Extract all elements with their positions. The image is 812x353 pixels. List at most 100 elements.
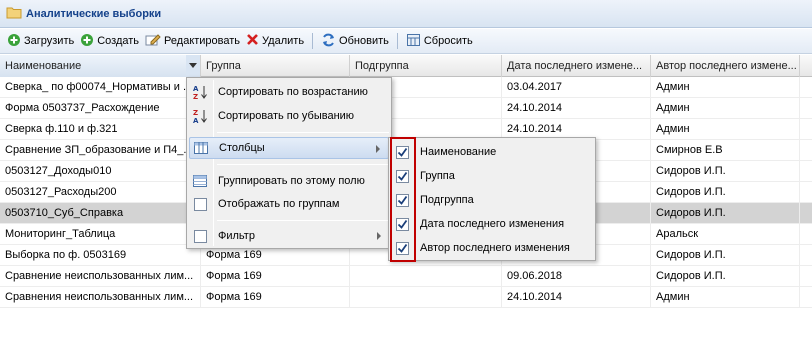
- chevron-down-icon: [189, 55, 197, 77]
- sort-descending-icon: ZA: [189, 105, 211, 127]
- refresh-button[interactable]: Обновить: [318, 31, 392, 52]
- window-title: Аналитические выборки: [26, 7, 162, 20]
- create-label: Создать: [97, 35, 140, 47]
- column-header-subgroup[interactable]: Подгруппа: [350, 55, 502, 77]
- column-toggle-label: Дата последнего изменения: [420, 218, 565, 230]
- reset-label: Сбросить: [423, 35, 473, 47]
- columns-icon: [190, 137, 212, 159]
- column-toggle-item[interactable]: Подгруппа: [391, 189, 593, 211]
- column-header-label: Подгруппа: [355, 60, 409, 72]
- add-circle-icon: [80, 33, 94, 50]
- cell-author: Сидоров И.П.: [651, 203, 800, 224]
- toolbar: Загрузить Создать Редактировать Удалить …: [0, 29, 812, 54]
- chevron-right-icon: [376, 145, 380, 153]
- cell-author: Сидоров И.П.: [651, 266, 800, 287]
- reset-button[interactable]: Сбросить: [403, 31, 476, 52]
- column-toggle-label: Группа: [420, 170, 455, 182]
- column-menu-trigger[interactable]: [186, 55, 200, 76]
- edit-label: Редактировать: [164, 35, 241, 47]
- create-button[interactable]: Создать: [77, 31, 142, 52]
- menu-item-columns[interactable]: Столбцы: [189, 137, 389, 159]
- cell-author: Админ: [651, 98, 800, 119]
- menu-item-label: Столбцы: [219, 142, 265, 154]
- delete-icon: [246, 33, 259, 49]
- menu-item-label: Фильтр: [218, 230, 255, 242]
- cell-author: Админ: [651, 287, 800, 308]
- cell-author: Сидоров И.П.: [651, 161, 800, 182]
- cell-name: Мониторинг_Таблица: [0, 224, 201, 245]
- cell-group: Форма 169: [201, 287, 350, 308]
- cell-author: Смирнов Е.В: [651, 140, 800, 161]
- cell-name: 0503127_Доходы010: [0, 161, 201, 182]
- columns-submenu: Наименование Группа Подгруппа Дата последне…: [388, 137, 596, 261]
- table-row[interactable]: Сравнения неиспользованных лим... Форма 1…: [0, 287, 812, 308]
- column-toggle-label: Автор последнего изменения: [420, 242, 570, 254]
- menu-separator: [217, 220, 389, 221]
- column-context-menu: AZ Сортировать по возрастанию ZA Сортиро…: [186, 77, 392, 249]
- group-by-icon: [189, 170, 211, 192]
- column-header-label: Группа: [206, 60, 241, 72]
- add-circle-icon: [7, 33, 21, 50]
- cell-name: 0503710_Суб_Справка: [0, 203, 201, 224]
- column-header-group[interactable]: Группа: [201, 55, 350, 77]
- menu-item-label: Группировать по этому полю: [218, 175, 365, 187]
- cell-subgroup: [350, 266, 502, 287]
- chevron-right-icon: [377, 232, 381, 240]
- cell-name: Сверка ф.110 и ф.321: [0, 119, 201, 140]
- cell-author: Админ: [651, 119, 800, 140]
- toolbar-separator: [396, 33, 398, 49]
- column-header-date[interactable]: Дата последнего измене...: [502, 55, 651, 77]
- svg-text:A: A: [193, 117, 199, 124]
- cell-group: Форма 169: [201, 266, 350, 287]
- column-toggle-item[interactable]: Автор последнего изменения: [391, 237, 593, 259]
- refresh-icon: [321, 33, 336, 50]
- column-header-label: Дата последнего измене...: [507, 60, 643, 72]
- cell-name: Сверка_ по ф00074_Нормативы и ...: [0, 77, 201, 98]
- column-header-name[interactable]: Наименование: [0, 55, 201, 77]
- svg-text:Z: Z: [193, 109, 198, 117]
- menu-item-label: Сортировать по возрастанию: [218, 86, 368, 98]
- cell-date: 24.10.2014: [502, 287, 651, 308]
- cell-name: 0503127_Расходы200: [0, 182, 201, 203]
- cell-date: 24.10.2014: [502, 98, 651, 119]
- menu-separator: [217, 164, 389, 165]
- grid-header: Наименование Группа Подгруппа Дата после…: [0, 55, 812, 77]
- cell-author: Админ: [651, 77, 800, 98]
- table-row[interactable]: Форма 0503737_Расхождение 24.10.2014 Админ: [0, 98, 812, 119]
- edit-button[interactable]: Редактировать: [142, 31, 243, 52]
- column-toggle-item[interactable]: Наименование: [391, 141, 593, 163]
- menu-item-sort-desc[interactable]: ZA Сортировать по убыванию: [189, 105, 389, 127]
- column-toggle-label: Наименование: [420, 146, 497, 158]
- table-row[interactable]: Сверка_ по ф00074_Нормативы и ... 03.04.2…: [0, 77, 812, 98]
- checkbox-unchecked-icon: [189, 225, 211, 247]
- column-header-label: Наименование: [5, 60, 82, 72]
- menu-item-sort-asc[interactable]: AZ Сортировать по возрастанию: [189, 81, 389, 103]
- cell-author: Сидоров И.П.: [651, 182, 800, 203]
- toolbar-separator: [312, 33, 314, 49]
- cell-name: Форма 0503737_Расхождение: [0, 98, 201, 119]
- load-button[interactable]: Загрузить: [4, 31, 77, 52]
- column-header-author[interactable]: Автор последнего измене...: [651, 55, 800, 77]
- column-toggle-item[interactable]: Группа: [391, 165, 593, 187]
- delete-button[interactable]: Удалить: [243, 31, 307, 52]
- folder-icon: [6, 6, 22, 22]
- edit-icon: [145, 33, 161, 50]
- column-header-label: Автор последнего измене...: [656, 60, 797, 72]
- reset-icon: [406, 33, 421, 50]
- cell-subgroup: [350, 287, 502, 308]
- menu-item-group-by[interactable]: Группировать по этому полю: [189, 170, 389, 192]
- checkbox-highlight-frame: [390, 137, 416, 262]
- load-label: Загрузить: [24, 35, 75, 47]
- cell-author: Аральск: [651, 224, 800, 245]
- cell-date: 03.04.2017: [502, 77, 651, 98]
- refresh-label: Обновить: [339, 35, 389, 47]
- menu-separator: [217, 132, 389, 133]
- svg-text:Z: Z: [193, 93, 198, 100]
- menu-item-filter[interactable]: Фильтр: [189, 225, 389, 247]
- column-toggle-label: Подгруппа: [420, 194, 474, 206]
- column-toggle-item[interactable]: Дата последнего изменения: [391, 213, 593, 235]
- table-row[interactable]: Сравнение неиспользованных лим... Форма 1…: [0, 266, 812, 287]
- menu-item-show-groups[interactable]: Отображать по группам: [189, 193, 389, 215]
- sort-ascending-icon: AZ: [189, 81, 211, 103]
- delete-label: Удалить: [262, 35, 305, 47]
